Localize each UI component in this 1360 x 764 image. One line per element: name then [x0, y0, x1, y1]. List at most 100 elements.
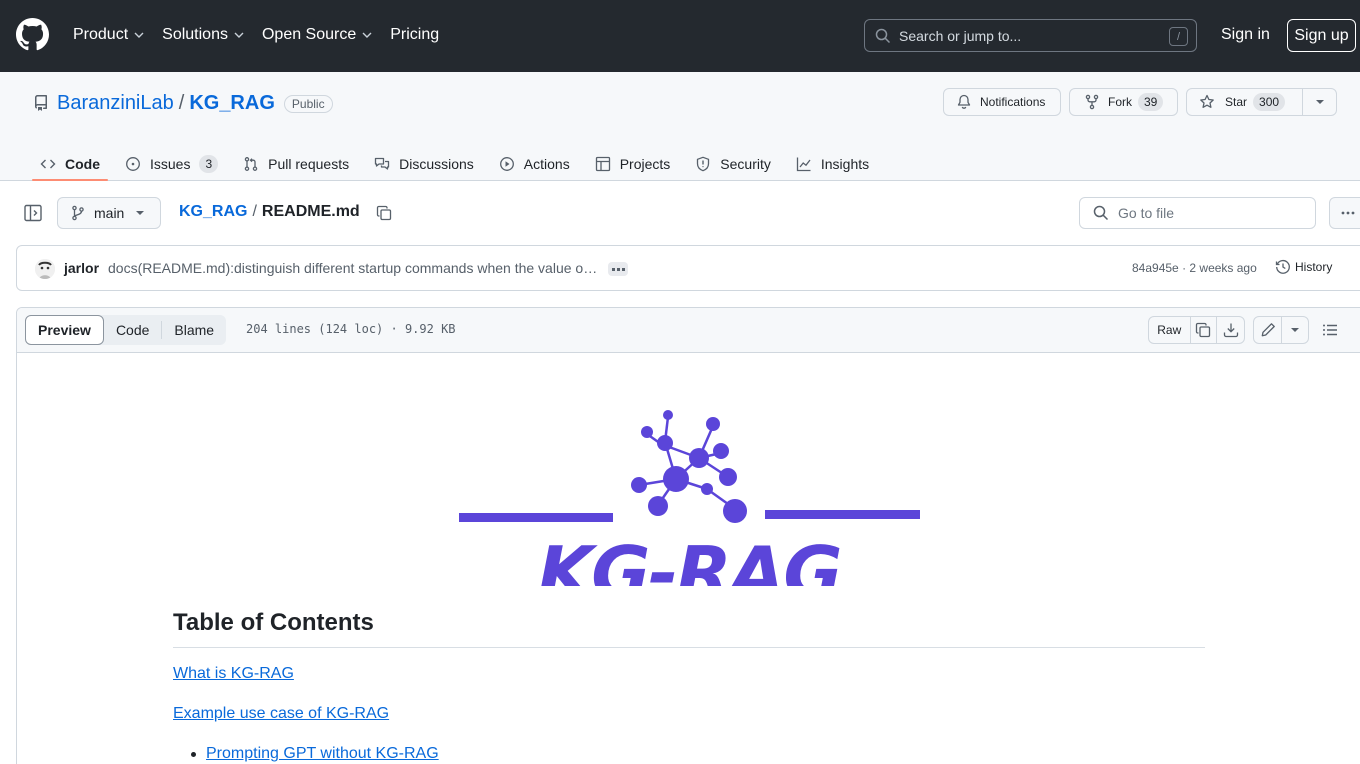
notifications-button[interactable]: Notifications [943, 88, 1061, 116]
tab-blame[interactable]: Blame [162, 315, 226, 345]
history-button[interactable]: History [1275, 259, 1332, 275]
breadcrumb: KG_RAG / README.md [179, 203, 360, 221]
nav-pricing-label: Pricing [390, 26, 440, 43]
kg-rag-logo-text: KG-RAG [537, 531, 840, 586]
star-icon [1200, 94, 1214, 108]
tab-preview[interactable]: Preview [25, 315, 104, 345]
breadcrumb-repo-link[interactable]: KG_RAG [179, 203, 247, 221]
nav-open-source-label: Open Source [261, 26, 357, 43]
nav-solutions[interactable]: Solutions [162, 26, 244, 44]
repo-header: BaranziniLab / KG_RAG Public Notificatio… [0, 72, 1360, 181]
global-search-input[interactable]: Search or jump to... / [864, 19, 1197, 52]
caret-down-icon [1291, 328, 1299, 332]
tab-insights-label: Insights [820, 156, 870, 172]
kg-rag-logo: KG-RAG [459, 410, 920, 586]
nav-solutions-label: Solutions [162, 26, 228, 43]
tab-insights[interactable]: Insights [788, 147, 877, 181]
copy-raw-button[interactable] [1191, 317, 1218, 343]
commit-meta-dot: · [1182, 261, 1187, 275]
commit-message[interactable]: docs(README.md):distinguish different st… [108, 260, 598, 276]
bell-icon [957, 94, 971, 109]
visibility-badge: Public [283, 94, 333, 113]
copy-icon[interactable] [376, 205, 392, 221]
avatar[interactable] [35, 259, 55, 279]
toc-divider [173, 647, 1205, 648]
tab-security[interactable]: Security [687, 147, 779, 181]
tab-discussions[interactable]: Discussions [366, 147, 482, 181]
tab-actions[interactable]: Actions [491, 147, 578, 181]
branch-icon [72, 205, 84, 221]
branch-selector[interactable]: main [57, 197, 161, 229]
latest-commit-bar: jarlor docs(README.md):distinguish diffe… [16, 245, 1360, 291]
raw-button[interactable]: Raw [1149, 317, 1191, 343]
fork-button[interactable]: Fork 39 [1069, 88, 1178, 116]
edit-options-dropdown[interactable] [1282, 317, 1308, 343]
sign-in-link[interactable]: Sign in [1221, 26, 1270, 44]
file-info: 204 lines (124 loc) · 9.92 KB [246, 322, 456, 336]
star-label: Star [1225, 95, 1248, 109]
view-mode-switcher: Preview Code Blame [25, 315, 227, 345]
toc-link-what-is-kg-rag[interactable]: What is KG-RAG [173, 665, 294, 683]
shield-icon [697, 156, 710, 172]
play-icon [499, 157, 514, 171]
sign-up-button[interactable]: Sign up [1287, 19, 1356, 52]
sidebar-expand-icon[interactable] [24, 204, 42, 222]
tab-discussions-label: Discussions [399, 156, 474, 172]
star-count: 300 [1253, 93, 1286, 111]
go-to-file-placeholder: Go to file [1118, 205, 1175, 221]
more-options-button[interactable] [1329, 197, 1360, 229]
toc-link-prompting-gpt[interactable]: Prompting GPT without KG-RAG [206, 745, 439, 763]
list-unordered-icon[interactable] [1322, 322, 1338, 338]
readme-content: KG-RAG Table of Contents What is KG-RAG … [17, 353, 1360, 764]
nav-open-source[interactable]: Open Source [262, 26, 372, 44]
repo-owner-link[interactable]: BaranziniLab [57, 92, 174, 115]
discussions-icon [374, 157, 390, 170]
edit-button[interactable] [1254, 317, 1282, 343]
tab-projects[interactable]: Projects [587, 147, 679, 181]
expand-commit-message-button[interactable] [608, 262, 628, 276]
commit-author[interactable]: jarlor [64, 260, 99, 276]
file-viewer: Preview Code Blame 204 lines (124 loc) ·… [16, 307, 1360, 764]
commit-sha[interactable]: 84a945e [1132, 261, 1179, 275]
toc-link-example-use-case[interactable]: Example use case of KG-RAG [173, 705, 389, 723]
fork-label: Fork [1108, 95, 1132, 109]
search-placeholder: Search or jump to... [899, 27, 1022, 44]
tab-issues[interactable]: Issues 3 [117, 147, 226, 181]
branch-name: main [94, 205, 125, 221]
nav-pricing[interactable]: Pricing [390, 26, 439, 44]
repo-icon [34, 95, 47, 111]
notifications-label: Notifications [980, 95, 1046, 109]
go-to-file-input[interactable]: Go to file [1079, 197, 1316, 229]
repo-title-separator: / [178, 92, 185, 114]
nav-product[interactable]: Product [73, 26, 144, 44]
search-shortcut-key: / [1169, 27, 1188, 46]
tab-pull-requests-label: Pull requests [268, 156, 350, 172]
caret-down-icon [1315, 100, 1324, 104]
chevron-down-icon [134, 32, 144, 38]
github-logo-icon[interactable] [16, 18, 49, 51]
tab-projects-label: Projects [619, 156, 671, 172]
tab-security-label: Security [720, 156, 771, 172]
global-header: Product Solutions Open Source Pricing Se… [0, 0, 1360, 72]
breadcrumb-separator: / [252, 203, 257, 220]
star-list-dropdown[interactable] [1303, 88, 1336, 116]
download-button[interactable] [1217, 317, 1244, 343]
list-bullet [191, 752, 196, 757]
chevron-down-icon [362, 32, 372, 38]
nav-product-label: Product [73, 26, 129, 43]
caret-down-icon [136, 211, 145, 215]
tab-pull-requests[interactable]: Pull requests [235, 147, 357, 181]
kebab-horizontal-icon [1341, 211, 1355, 215]
graph-icon [796, 157, 811, 172]
top-nav: Product Solutions Open Source Pricing [73, 24, 457, 46]
history-icon [1275, 260, 1290, 274]
repo-title: BaranziniLab / KG_RAG Public [57, 92, 333, 115]
search-icon [875, 28, 891, 43]
issue-icon [126, 157, 140, 171]
history-label: History [1295, 260, 1333, 274]
tab-code-view[interactable]: Code [104, 315, 161, 345]
tab-code[interactable]: Code [32, 147, 108, 181]
repo-name-link[interactable]: KG_RAG [189, 92, 275, 115]
issues-count: 3 [199, 155, 219, 173]
tab-issues-label: Issues [150, 156, 191, 172]
